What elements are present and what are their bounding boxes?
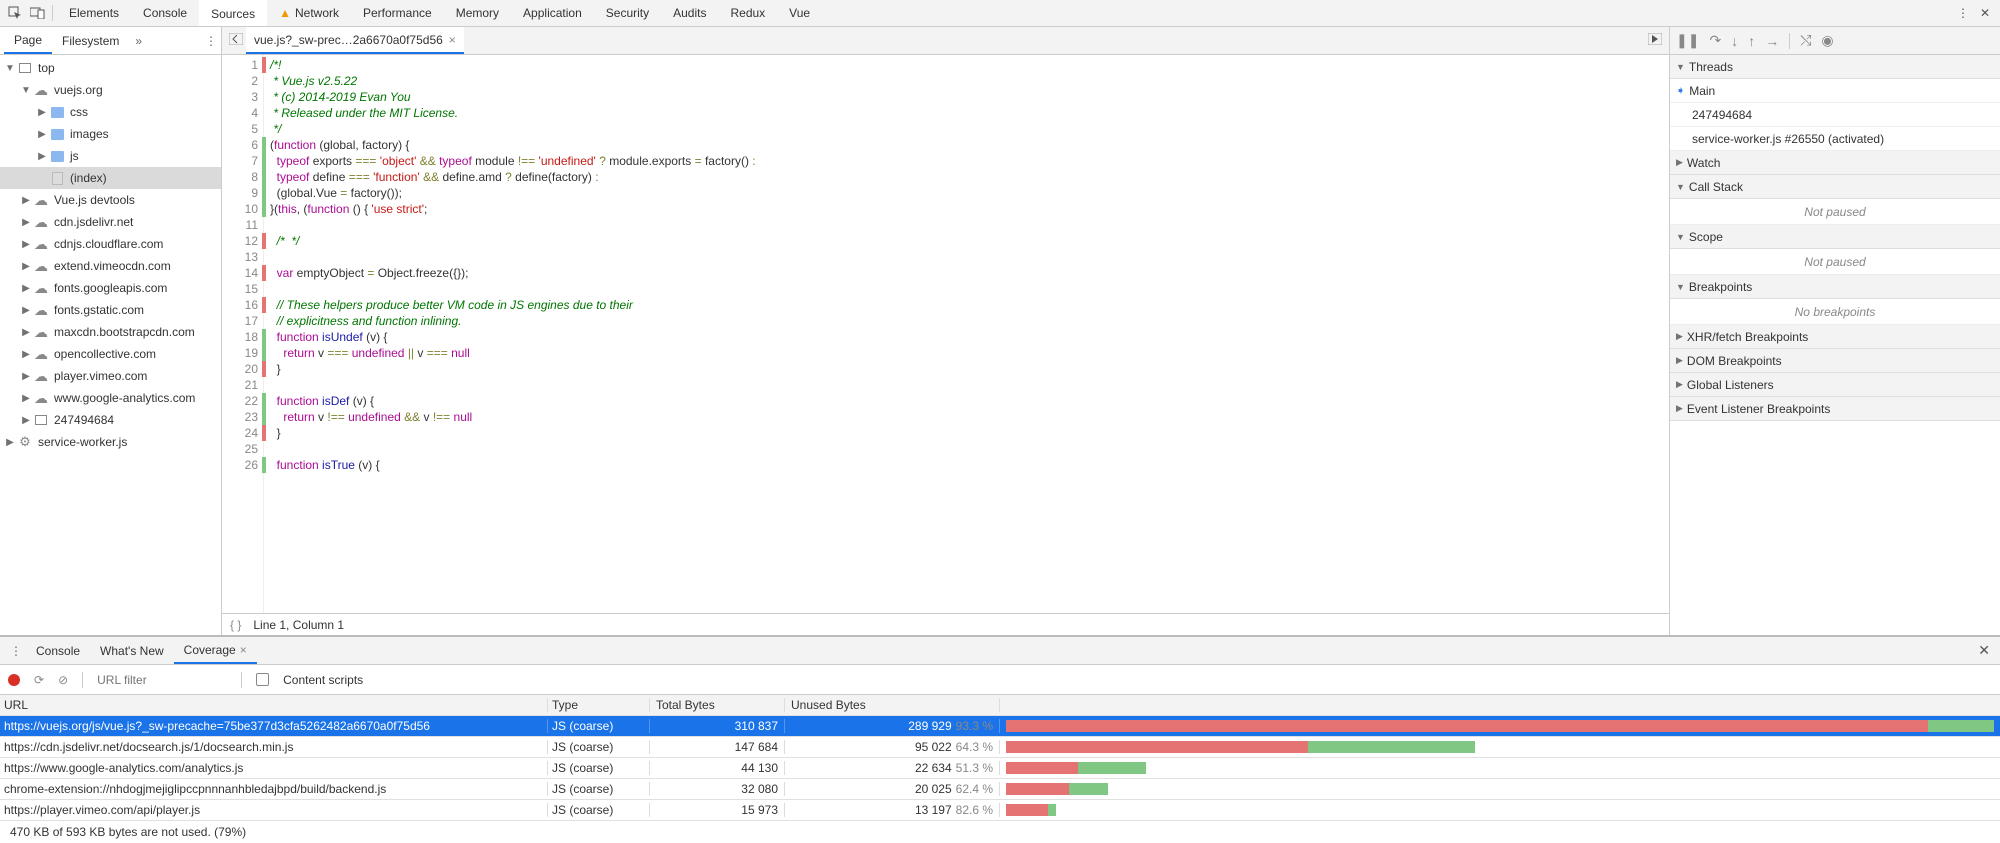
section-callstack[interactable]: ▼Call Stack bbox=[1670, 175, 2000, 199]
coverage-row[interactable]: https://www.google-analytics.com/analyti… bbox=[0, 758, 2000, 779]
tree-item[interactable]: ▶cdn.jsdelivr.net bbox=[0, 211, 221, 233]
thread-item[interactable]: Main bbox=[1670, 79, 2000, 103]
editor-statusbar: { } Line 1, Column 1 bbox=[222, 613, 1669, 635]
tab-network[interactable]: ▲Network bbox=[267, 0, 351, 26]
tree-item[interactable]: ▶css bbox=[0, 101, 221, 123]
more-icon[interactable]: ⋮ bbox=[1952, 2, 1974, 24]
section-event[interactable]: ▶Event Listener Breakpoints bbox=[1670, 397, 2000, 421]
drawer: ⋮ ConsoleWhat's NewCoverage × ✕ ⟳ ⊘ Cont… bbox=[0, 635, 2000, 843]
reload-icon[interactable]: ⟳ bbox=[34, 673, 44, 687]
breakpoints-placeholder: No breakpoints bbox=[1670, 299, 2000, 325]
toggle-debugger-icon[interactable] bbox=[1645, 33, 1665, 48]
step-over-icon[interactable]: ↷ bbox=[1709, 32, 1721, 49]
tree-item[interactable]: ▶js bbox=[0, 145, 221, 167]
col-unused[interactable]: Unused Bytes bbox=[785, 698, 1000, 712]
device-toggle-icon[interactable] bbox=[26, 2, 48, 24]
section-threads[interactable]: ▼Threads bbox=[1670, 55, 2000, 79]
devtools-toolbar: ElementsConsoleSources▲NetworkPerformanc… bbox=[0, 0, 2000, 27]
content-scripts-label: Content scripts bbox=[283, 673, 363, 687]
clear-icon[interactable]: ⊘ bbox=[58, 673, 68, 687]
file-tab[interactable]: vue.js?_sw-prec…2a6670a0f75d56 × bbox=[246, 27, 464, 54]
tree-item[interactable]: ▶fonts.gstatic.com bbox=[0, 299, 221, 321]
url-filter-input[interactable] bbox=[97, 673, 227, 687]
pause-icon[interactable]: ❚❚ bbox=[1676, 32, 1699, 49]
tab-application[interactable]: Application bbox=[511, 0, 594, 26]
navigator-more-icon[interactable]: » bbox=[135, 34, 142, 48]
tree-item[interactable]: ▼top bbox=[0, 57, 221, 79]
tab-performance[interactable]: Performance bbox=[351, 0, 444, 26]
tab-memory[interactable]: Memory bbox=[444, 0, 511, 26]
step-into-icon[interactable]: ↓ bbox=[1731, 33, 1738, 49]
coverage-summary: 470 KB of 593 KB bytes are not used. (79… bbox=[0, 821, 2000, 843]
tree-item[interactable]: ▶cdnjs.cloudflare.com bbox=[0, 233, 221, 255]
content-scripts-checkbox[interactable] bbox=[256, 673, 269, 686]
tab-sources[interactable]: Sources bbox=[199, 0, 267, 26]
tree-item[interactable]: ▶maxcdn.bootstrapcdn.com bbox=[0, 321, 221, 343]
tree-item[interactable]: ▶fonts.googleapis.com bbox=[0, 277, 221, 299]
coverage-row[interactable]: https://vuejs.org/js/vue.js?_sw-precache… bbox=[0, 716, 2000, 737]
navigator-menu-icon[interactable]: ⋮ bbox=[205, 34, 217, 48]
record-icon[interactable] bbox=[8, 674, 20, 686]
section-scope[interactable]: ▼Scope bbox=[1670, 225, 2000, 249]
close-tab-icon[interactable]: × bbox=[449, 33, 456, 47]
coverage-toolbar: ⟳ ⊘ Content scripts bbox=[0, 665, 2000, 695]
scope-placeholder: Not paused bbox=[1670, 249, 2000, 275]
callstack-placeholder: Not paused bbox=[1670, 199, 2000, 225]
col-type[interactable]: Type bbox=[548, 698, 650, 712]
tree-item[interactable]: ▶www.google-analytics.com bbox=[0, 387, 221, 409]
tab-redux[interactable]: Redux bbox=[718, 0, 777, 26]
deactivate-bp-icon[interactable]: ⤭ bbox=[1800, 32, 1811, 49]
pause-exceptions-icon[interactable]: ◉ bbox=[1821, 32, 1833, 49]
step-out-icon[interactable]: ↑ bbox=[1748, 33, 1755, 49]
close-tab-icon[interactable]: × bbox=[240, 643, 247, 657]
thread-item[interactable]: service-worker.js #26550 (activated) bbox=[1670, 127, 2000, 151]
debugger-sidebar: ❚❚ ↷ ↓ ↑ → ⤭ ◉ ▼Threads Main247494684ser… bbox=[1670, 27, 2000, 635]
tree-item[interactable]: ▶Vue.js devtools bbox=[0, 189, 221, 211]
coverage-row[interactable]: https://cdn.jsdelivr.net/docsearch.js/1/… bbox=[0, 737, 2000, 758]
tree-item[interactable]: ▼vuejs.org bbox=[0, 79, 221, 101]
tree-item[interactable]: ▶extend.vimeocdn.com bbox=[0, 255, 221, 277]
code-editor[interactable]: 1234567891011121314151617181920212223242… bbox=[222, 55, 1669, 613]
sources-navigator: Page Filesystem » ⋮ ▼top▼vuejs.org▶css▶i… bbox=[0, 27, 222, 635]
tab-audits[interactable]: Audits bbox=[661, 0, 718, 26]
drawer-close-icon[interactable]: ✕ bbox=[1974, 642, 1994, 659]
thread-item[interactable]: 247494684 bbox=[1670, 103, 2000, 127]
nav-back-icon[interactable] bbox=[226, 33, 246, 48]
cursor-position: Line 1, Column 1 bbox=[253, 618, 344, 632]
pretty-print-icon[interactable]: { } bbox=[230, 618, 241, 632]
section-breakpoints[interactable]: ▼Breakpoints bbox=[1670, 275, 2000, 299]
tab-security[interactable]: Security bbox=[594, 0, 661, 26]
source-editor-pane: vue.js?_sw-prec…2a6670a0f75d56 × 1234567… bbox=[222, 27, 1670, 635]
tree-item[interactable]: ▶service-worker.js bbox=[0, 431, 221, 453]
close-devtools-icon[interactable]: ✕ bbox=[1974, 2, 1996, 24]
drawer-menu-icon[interactable]: ⋮ bbox=[6, 644, 26, 658]
tree-item[interactable]: ▶247494684 bbox=[0, 409, 221, 431]
section-xhr[interactable]: ▶XHR/fetch Breakpoints bbox=[1670, 325, 2000, 349]
tab-vue[interactable]: Vue bbox=[777, 0, 822, 26]
navigator-tab-filesystem[interactable]: Filesystem bbox=[52, 27, 129, 54]
tree-item[interactable]: ▶images bbox=[0, 123, 221, 145]
drawer-tab-coverage[interactable]: Coverage × bbox=[174, 637, 257, 664]
tab-console[interactable]: Console bbox=[131, 0, 199, 26]
col-url[interactable]: URL bbox=[0, 698, 548, 712]
section-watch[interactable]: ▶Watch bbox=[1670, 151, 2000, 175]
inspect-icon[interactable] bbox=[4, 2, 26, 24]
coverage-table: URL Type Total Bytes Unused Bytes https:… bbox=[0, 695, 2000, 821]
coverage-row[interactable]: chrome-extension://nhdogjmejiglipccpnnna… bbox=[0, 779, 2000, 800]
file-tab-label: vue.js?_sw-prec…2a6670a0f75d56 bbox=[254, 33, 443, 47]
drawer-tab-console[interactable]: Console bbox=[26, 637, 90, 664]
section-global[interactable]: ▶Global Listeners bbox=[1670, 373, 2000, 397]
col-total[interactable]: Total Bytes bbox=[650, 698, 785, 712]
tree-item[interactable]: (index) bbox=[0, 167, 221, 189]
tab-elements[interactable]: Elements bbox=[57, 0, 131, 26]
section-dom[interactable]: ▶DOM Breakpoints bbox=[1670, 349, 2000, 373]
coverage-row[interactable]: https://player.vimeo.com/api/player.js J… bbox=[0, 800, 2000, 821]
tree-item[interactable]: ▶player.vimeo.com bbox=[0, 365, 221, 387]
tree-item[interactable]: ▶opencollective.com bbox=[0, 343, 221, 365]
navigator-tab-page[interactable]: Page bbox=[4, 27, 52, 54]
step-icon[interactable]: → bbox=[1765, 33, 1779, 49]
drawer-tab-whatsnew[interactable]: What's New bbox=[90, 637, 174, 664]
